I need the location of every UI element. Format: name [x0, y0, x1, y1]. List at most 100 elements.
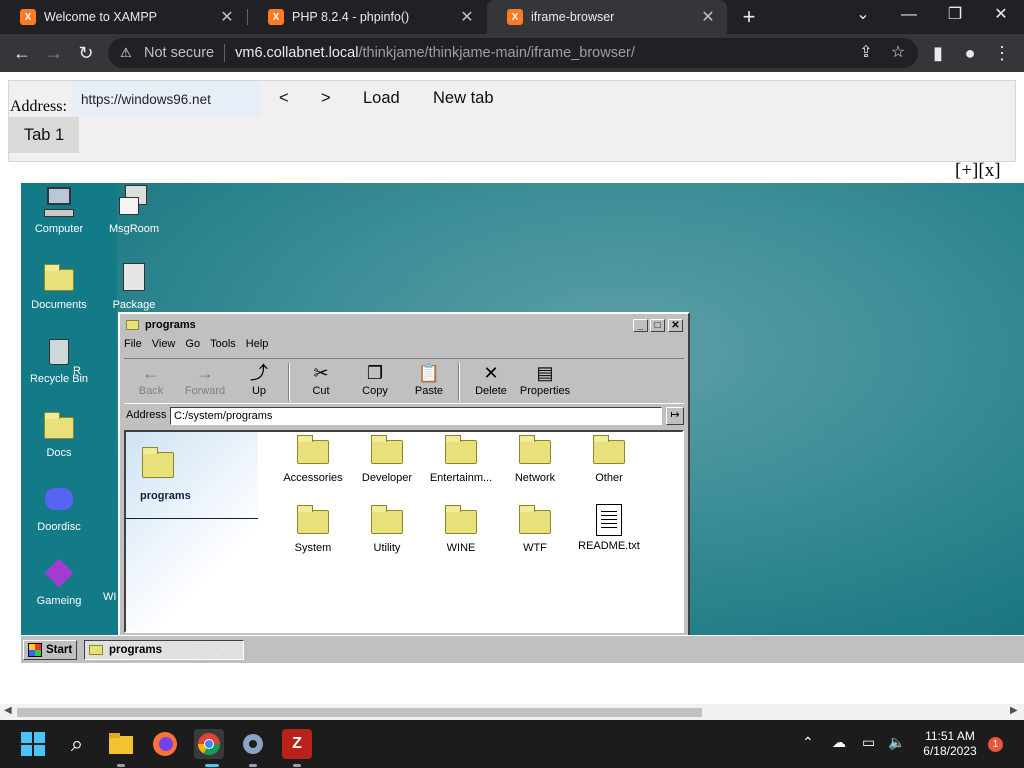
tab-1[interactable]: Tab 1 [9, 117, 79, 153]
load-button[interactable]: Load [363, 89, 400, 108]
desktop-icon-doordisc[interactable]: Doordisc [21, 483, 97, 533]
profile-icon[interactable]: ● [956, 40, 984, 66]
desktop-icon-recycle-bin[interactable]: Recycle Bin [21, 335, 97, 385]
scroll-left-icon[interactable]: ◀ [4, 705, 12, 716]
package-icon [117, 261, 151, 295]
new-tab-button[interactable]: New tab [433, 89, 494, 108]
xampp-icon: X [20, 9, 36, 25]
menu-file[interactable]: File [124, 338, 142, 356]
menu-tools[interactable]: Tools [210, 338, 236, 356]
close-icon[interactable]: ✕ [458, 7, 476, 27]
system-clock[interactable]: 11:51 AM 6/18/2023 [918, 729, 982, 759]
address-input[interactable] [71, 81, 261, 117]
folder-name: programs [140, 490, 191, 502]
share-icon[interactable]: ⇪ [854, 42, 878, 64]
item-label: WINE [446, 542, 476, 554]
toolbar-forward[interactable]: → Forward [178, 361, 232, 397]
windows96-iframe[interactable]: Computer MsgRoom Documents Package Recyc… [21, 183, 1024, 663]
folder-item-network[interactable]: Network [498, 435, 572, 484]
scrollbar-thumb[interactable] [17, 708, 702, 717]
taskbar-item-programs[interactable]: programs [84, 640, 244, 660]
desktop-icon-computer[interactable]: Computer [21, 185, 97, 235]
folder-item-other[interactable]: Other [572, 435, 646, 484]
bookmark-star-icon[interactable]: ☆ [886, 42, 910, 64]
window-titlebar[interactable]: programs _ □ ✕ [122, 316, 686, 334]
close-icon[interactable]: ✕ [218, 7, 236, 27]
toolbar-back[interactable]: ← Back [124, 361, 178, 397]
restore-icon[interactable]: ❐ [932, 0, 978, 34]
url-path[interactable]: /thinkjame/thinkjame-main/iframe_browser… [358, 45, 634, 61]
minimize-icon[interactable]: — [886, 0, 932, 34]
url-host[interactable]: vm6.collabnet.local [235, 45, 358, 61]
toolbar-delete[interactable]: ✕ Delete [464, 361, 518, 397]
folder-item-utility[interactable]: Utility [350, 505, 424, 554]
desktop-icon-docs[interactable]: Docs [21, 409, 97, 459]
add-close-tab-controls[interactable]: [+][x] [955, 160, 1001, 182]
tab-search-icon[interactable]: ⌄ [840, 0, 886, 34]
folder-content: programs Accessories Developer Entertain… [124, 430, 684, 633]
folder-item-system[interactable]: System [276, 505, 350, 554]
filezilla-icon[interactable]: Z [282, 729, 312, 759]
close-button[interactable]: ✕ [668, 319, 683, 332]
start-button[interactable]: Start [23, 640, 77, 660]
folder-item-developer[interactable]: Developer [350, 435, 424, 484]
menu-view[interactable]: View [152, 338, 176, 356]
chevron-up-icon[interactable]: ⌃ [802, 734, 814, 751]
scroll-right-icon[interactable]: ▶ [1010, 705, 1018, 716]
reload-icon[interactable]: ↻ [72, 40, 100, 66]
omnibox[interactable]: ⚠ Not secure vm6.collabnet.local/thinkja… [108, 38, 918, 68]
back-arrow-icon[interactable]: ← [8, 40, 36, 66]
side-panel-icon[interactable]: ▮ [924, 40, 952, 66]
minimize-button[interactable]: _ [633, 319, 648, 332]
desktop-icon-partial[interactable]: R [73, 365, 93, 377]
back-button[interactable]: < [279, 89, 289, 108]
security-label[interactable]: Not secure [144, 45, 214, 61]
toolbar-copy[interactable]: ❐ Copy [348, 361, 402, 397]
network-icon[interactable]: ▭ [862, 734, 875, 751]
firefox-icon[interactable] [150, 729, 180, 759]
desktop-icon-msgroom[interactable]: MsgRoom [96, 185, 172, 235]
search-icon[interactable]: ⌕ [62, 729, 92, 759]
go-arrow-icon[interactable]: ↦ [666, 407, 684, 425]
os-taskbar: ⌕ Z ⌃ ☁ ▭ 🔈 11:51 AM 6/18/2023 1 [0, 720, 1024, 768]
browser-toolbar: ← → ↻ ⚠ Not secure vm6.collabnet.local/t… [0, 34, 1024, 72]
browser-tab-xampp[interactable]: X Welcome to XAMPP ✕ [0, 0, 246, 34]
folder-item-accessories[interactable]: Accessories [276, 435, 350, 484]
new-tab-button[interactable]: + [737, 4, 761, 30]
desktop-icon-package[interactable]: Package [96, 261, 172, 311]
browser-tab-phpinfo[interactable]: X PHP 8.2.4 - phpinfo() ✕ [248, 0, 486, 34]
folder-item-wine[interactable]: WINE [424, 505, 498, 554]
maximize-button[interactable]: □ [650, 319, 665, 332]
browser-tab-iframe-browser[interactable]: X iframe-browser ✕ [487, 0, 727, 34]
folder-item-wtf[interactable]: WTF [498, 505, 572, 554]
volume-icon[interactable]: 🔈 [888, 734, 905, 751]
window-address-input[interactable] [170, 407, 662, 425]
file-item-readme[interactable]: README.txt [572, 504, 646, 552]
toolbar-up[interactable]: ⤴ Up [232, 361, 286, 397]
address-label: Address [126, 409, 167, 421]
notification-badge[interactable]: 1 [988, 737, 1003, 752]
folder-item-entertainment[interactable]: Entertainm... [424, 435, 498, 484]
toolbar-paste[interactable]: 📋 Paste [402, 361, 456, 397]
close-icon[interactable]: ✕ [699, 7, 717, 27]
desktop-icon-gameing[interactable]: Gameing [21, 557, 97, 607]
menu-help[interactable]: Help [246, 338, 269, 356]
desktop-icon-documents[interactable]: Documents [21, 261, 97, 311]
folder-icon [89, 645, 103, 655]
toolbar-cut[interactable]: ✂ Cut [294, 361, 348, 397]
horizontal-scrollbar[interactable]: ◀ ▶ [0, 704, 1024, 720]
windows-start-icon[interactable] [18, 729, 48, 759]
more-menu-icon[interactable]: ⋮ [988, 40, 1016, 66]
file-explorer-icon[interactable] [106, 729, 136, 759]
forward-button[interactable]: > [321, 89, 331, 108]
explorer-window[interactable]: programs _ □ ✕ File View Go Tools Help ←… [118, 312, 690, 637]
close-window-icon[interactable]: ✕ [978, 0, 1024, 34]
warning-icon[interactable]: ⚠ [120, 45, 136, 61]
chrome-icon[interactable] [194, 729, 224, 759]
browser-tab-strip: X Welcome to XAMPP ✕ X PHP 8.2.4 - phpin… [0, 0, 1024, 34]
forward-arrow-icon[interactable]: → [40, 40, 68, 66]
settings-gear-icon[interactable] [238, 729, 268, 759]
cloud-offline-icon[interactable]: ☁ [832, 734, 846, 751]
toolbar-properties[interactable]: ▤ Properties [514, 361, 576, 397]
menu-go[interactable]: Go [185, 338, 200, 356]
